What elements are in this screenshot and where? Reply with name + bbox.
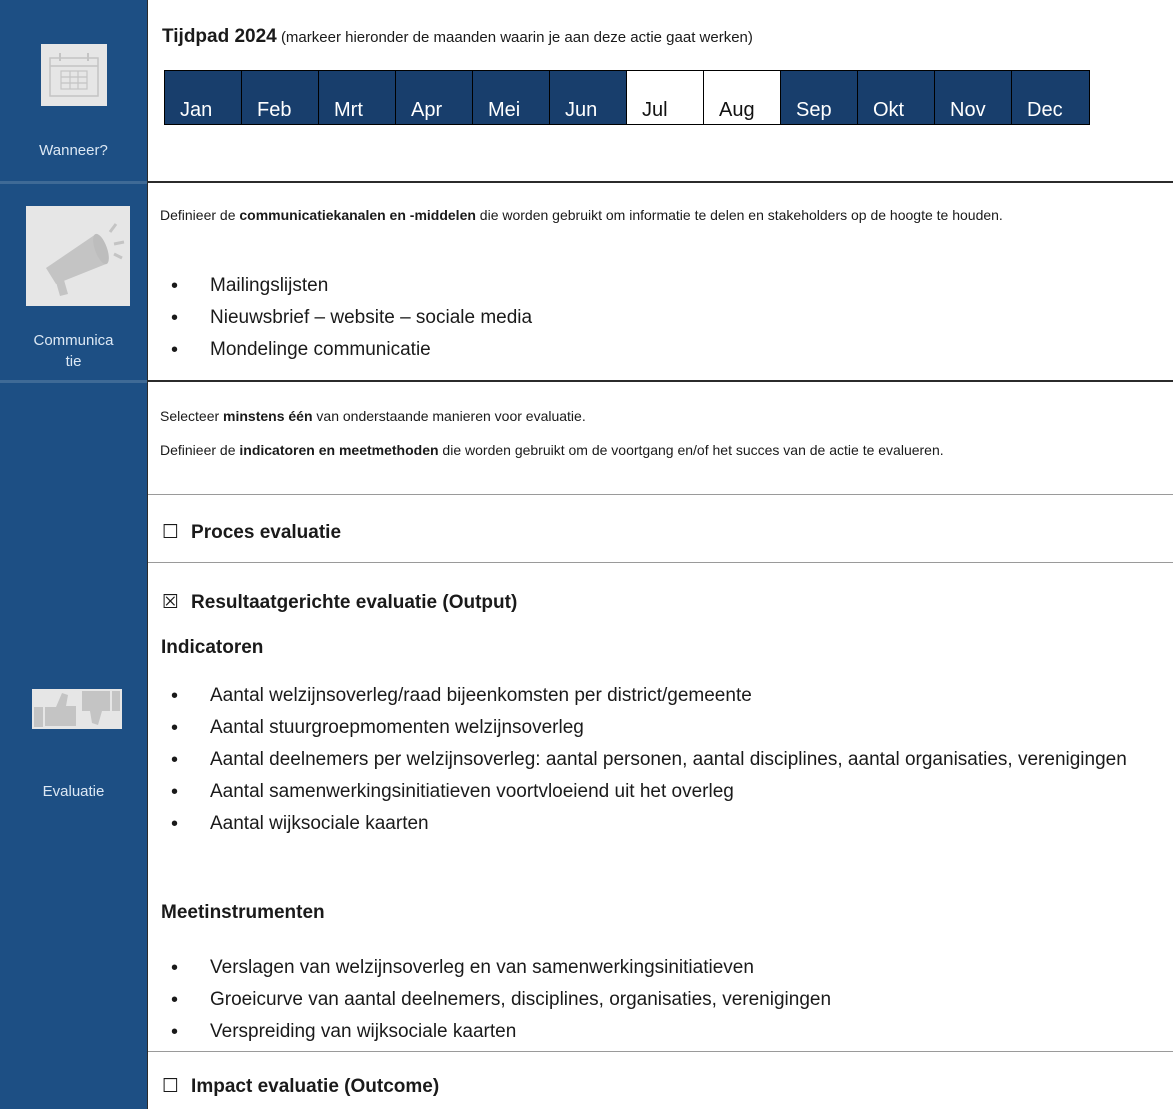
indicatoren-title: Indicatoren	[161, 637, 264, 658]
section-label-evaluatie: Evaluatie	[42, 783, 105, 800]
month-cell-jul[interactable]: Jul	[627, 71, 704, 124]
month-cell-mrt[interactable]: Mrt	[319, 71, 396, 124]
section-evaluatie: Evaluatie	[0, 383, 147, 1109]
list-item: Verspreiding van wijksociale kaarten	[148, 1016, 1148, 1048]
impact-checkbox[interactable]: ☐	[162, 1075, 179, 1098]
proces-checkbox[interactable]: ☐	[162, 521, 179, 544]
month-cell-apr[interactable]: Apr	[396, 71, 473, 124]
thumbs-up-down-icon	[32, 689, 122, 729]
select-text: Selecteer	[160, 408, 224, 424]
calendar-icon	[41, 44, 107, 106]
output-evaluatie-option[interactable]: ☒ Resultaatgerichte evaluatie (Output)	[162, 591, 517, 614]
define-text: Definieer de	[160, 442, 240, 458]
row-divider	[148, 1051, 1173, 1052]
option-label: Impact evaluatie (Outcome)	[191, 1076, 440, 1097]
month-cell-mei[interactable]: Mei	[473, 71, 550, 124]
meetinstrumenten-list: Verslagen van welzijnsoverleg en van sam…	[148, 952, 1148, 1048]
sidebar: Wanneer? Communica tie Evaluatie	[0, 0, 147, 1109]
evaluatie-define-text: Definieer de indicatoren en meetmethoden…	[160, 440, 1160, 461]
row-divider	[148, 562, 1173, 563]
megaphone-icon	[26, 206, 130, 306]
list-item: Nieuwsbrief – website – sociale media	[148, 302, 1158, 334]
section-label-wanneer: Wanneer?	[39, 142, 108, 159]
label-line: Communica	[33, 332, 114, 349]
row-divider	[148, 494, 1173, 495]
month-selector: Jan Feb Mrt Apr Mei Jun Jul Aug Sep Okt Nov Dec	[164, 70, 1090, 125]
communicatie-intro: Definieer de communicatiekanalen en -mid…	[160, 205, 1170, 226]
list-item: Groeicurve van aantal deelnemers, discip…	[148, 984, 1148, 1016]
list-item: Aantal wijksociale kaarten	[148, 808, 1148, 840]
define-bold: indicatoren en meetmethoden	[239, 442, 439, 458]
month-cell-nov[interactable]: Nov	[935, 71, 1012, 124]
list-item: Aantal stuurgroepmomenten welzijnsoverle…	[148, 712, 1148, 744]
select-text: van onderstaande manieren voor evaluatie…	[312, 408, 586, 424]
month-cell-aug[interactable]: Aug	[704, 71, 781, 124]
label-line: tie	[65, 353, 82, 370]
meetinstrumenten-title: Meetinstrumenten	[161, 902, 325, 923]
option-label: Proces evaluatie	[191, 522, 342, 543]
section-label-communicatie: Communica tie	[0, 330, 147, 372]
section-wanneer: Wanneer?	[0, 0, 147, 181]
month-cell-dec[interactable]: Dec	[1012, 71, 1089, 124]
row-divider	[148, 181, 1173, 183]
list-item: Mailingslijsten	[148, 270, 1158, 302]
content-area: Tijdpad 2024 (markeer hieronder de maand…	[147, 0, 1173, 1109]
define-text: die worden gebruikt om de voortgang en/o…	[438, 442, 944, 458]
list-item: Mondelinge communicatie	[148, 334, 1158, 366]
month-cell-jun[interactable]: Jun	[550, 71, 627, 124]
month-cell-sep[interactable]: Sep	[781, 71, 858, 124]
intro-text: die worden gebruikt om informatie te del…	[475, 207, 1003, 223]
month-cell-feb[interactable]: Feb	[242, 71, 319, 124]
option-label: Resultaatgerichte evaluatie (Output)	[191, 592, 518, 613]
timeline-heading: Tijdpad 2024 (markeer hieronder de maand…	[162, 26, 753, 48]
month-cell-okt[interactable]: Okt	[858, 71, 935, 124]
intro-text: Definieer de	[160, 207, 240, 223]
timeline-title: Tijdpad 2024	[162, 26, 277, 47]
proces-evaluatie-option[interactable]: ☐ Proces evaluatie	[162, 521, 341, 544]
indicatoren-list: Aantal welzijnsoverleg/raad bijeenkomste…	[148, 680, 1148, 840]
month-cell-jan[interactable]: Jan	[165, 71, 242, 124]
timeline-subtitle: (markeer hieronder de maanden waarin je …	[280, 29, 753, 46]
list-item: Aantal samenwerkingsinitiatieven voortvl…	[148, 776, 1148, 808]
list-item: Aantal welzijnsoverleg/raad bijeenkomste…	[148, 680, 1148, 712]
evaluatie-select-text: Selecteer minstens één van onderstaande …	[160, 406, 1160, 427]
row-divider	[148, 380, 1173, 382]
impact-evaluatie-option[interactable]: ☐ Impact evaluatie (Outcome)	[162, 1075, 439, 1098]
list-item: Aantal deelnemers per welzijnsoverleg: a…	[148, 744, 1148, 776]
intro-bold: communicatiekanalen en -middelen	[239, 207, 476, 223]
section-communicatie: Communica tie	[0, 184, 147, 380]
communicatie-list: Mailingslijsten Nieuwsbrief – website – …	[148, 270, 1158, 366]
select-bold: minstens één	[223, 408, 313, 424]
list-item: Verslagen van welzijnsoverleg en van sam…	[148, 952, 1148, 984]
output-checkbox[interactable]: ☒	[162, 591, 179, 614]
